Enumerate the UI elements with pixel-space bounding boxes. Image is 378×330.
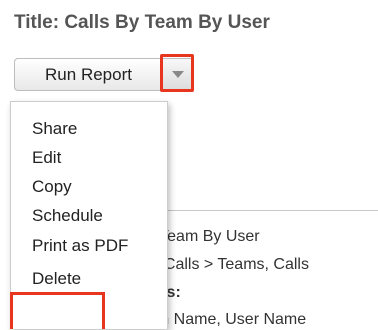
highlight-box-dropdown-toggle [160,54,194,92]
report-title: Title: Calls By Team By User [14,12,270,33]
report-details-modules: s, Calls > Teams, Calls [147,256,309,273]
menu-item-edit[interactable]: Edit [32,148,61,168]
run-report-button[interactable]: Run Report [14,58,162,91]
menu-item-copy[interactable]: Copy [32,177,72,197]
report-details-columns: am Name, User Name [147,311,307,328]
menu-item-delete[interactable]: Delete [32,269,81,289]
menu-item-share[interactable]: Share [32,119,77,139]
highlight-box-delete [10,292,105,329]
menu-item-schedule[interactable]: Schedule [32,206,103,226]
menu-item-print-as-pdf[interactable]: Print as PDF [32,236,128,256]
